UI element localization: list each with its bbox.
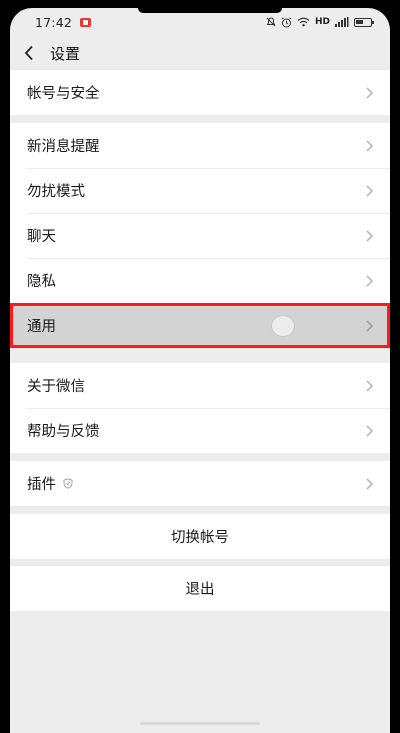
logout-button[interactable]: 退出 (10, 566, 390, 611)
settings-item-label: 勿扰模式 (27, 184, 85, 200)
wifi-icon (297, 17, 310, 27)
home-indicator[interactable] (140, 722, 260, 725)
settings-item-about-wechat[interactable]: 关于微信 (10, 363, 390, 408)
chevron-right-icon (366, 477, 374, 490)
signal-icon (335, 17, 349, 27)
switch-account-button[interactable]: 切换帐号 (10, 514, 390, 559)
settings-group-about: 关于微信 帮助与反馈 (10, 363, 390, 453)
settings-item-label: 新消息提醒 (27, 139, 100, 155)
screen-record-icon (80, 17, 92, 27)
chevron-right-icon (366, 139, 374, 152)
status-bar: 17:42 HD (10, 8, 390, 36)
settings-item-label: 帐号与安全 (27, 86, 100, 102)
switch-account-group: 切换帐号 (10, 514, 390, 559)
settings-item-label: 帮助与反馈 (27, 424, 100, 440)
highlight-annotation (10, 303, 390, 348)
settings-item-help-feedback[interactable]: 帮助与反馈 (10, 408, 390, 453)
mute-icon (266, 17, 276, 27)
settings-item-label: 聊天 (27, 229, 56, 245)
chevron-right-icon (366, 184, 374, 197)
switch-account-label: 切换帐号 (171, 530, 229, 546)
phone-screen: 17:42 HD 设置 帐号与安全 新消息提醒 勿扰模式 聊天 隐私 通用 关于… (10, 8, 390, 733)
battery-icon (354, 17, 374, 27)
settings-item-general[interactable]: 通用 (10, 303, 390, 348)
settings-item-label: 插件 (27, 477, 56, 493)
settings-item-label: 隐私 (27, 274, 56, 290)
settings-item-privacy[interactable]: 隐私 (10, 258, 390, 303)
settings-item-plugins[interactable]: 插件 (10, 461, 390, 506)
nav-bar: 设置 (10, 36, 390, 70)
logout-label: 退出 (185, 582, 215, 598)
settings-item-do-not-disturb[interactable]: 勿扰模式 (10, 168, 390, 213)
settings-item-chat[interactable]: 聊天 (10, 213, 390, 258)
settings-group-plugins: 插件 (10, 461, 390, 506)
chevron-right-icon (366, 319, 374, 332)
chevron-left-icon[interactable] (24, 41, 44, 65)
touch-indicator (271, 315, 295, 337)
chevron-right-icon (366, 274, 374, 287)
alarm-icon (281, 16, 292, 27)
page-title: 设置 (50, 44, 81, 63)
status-icons: HD (266, 16, 374, 28)
chevron-right-icon (366, 379, 374, 392)
settings-group-account: 帐号与安全 (10, 70, 390, 115)
settings-item-label: 通用 (27, 319, 56, 335)
chevron-right-icon (366, 86, 374, 99)
network-type-label: HD (314, 17, 330, 27)
settings-item-new-message-alert[interactable]: 新消息提醒 (10, 123, 390, 168)
settings-item-account-security[interactable]: 帐号与安全 (10, 70, 390, 115)
settings-item-label: 关于微信 (27, 379, 85, 395)
shield-icon (63, 478, 73, 489)
status-time: 17:42 (35, 14, 73, 30)
logout-group: 退出 (10, 566, 390, 611)
chevron-right-icon (366, 424, 374, 437)
settings-group-main: 新消息提醒 勿扰模式 聊天 隐私 通用 (10, 123, 390, 348)
chevron-right-icon (366, 229, 374, 242)
